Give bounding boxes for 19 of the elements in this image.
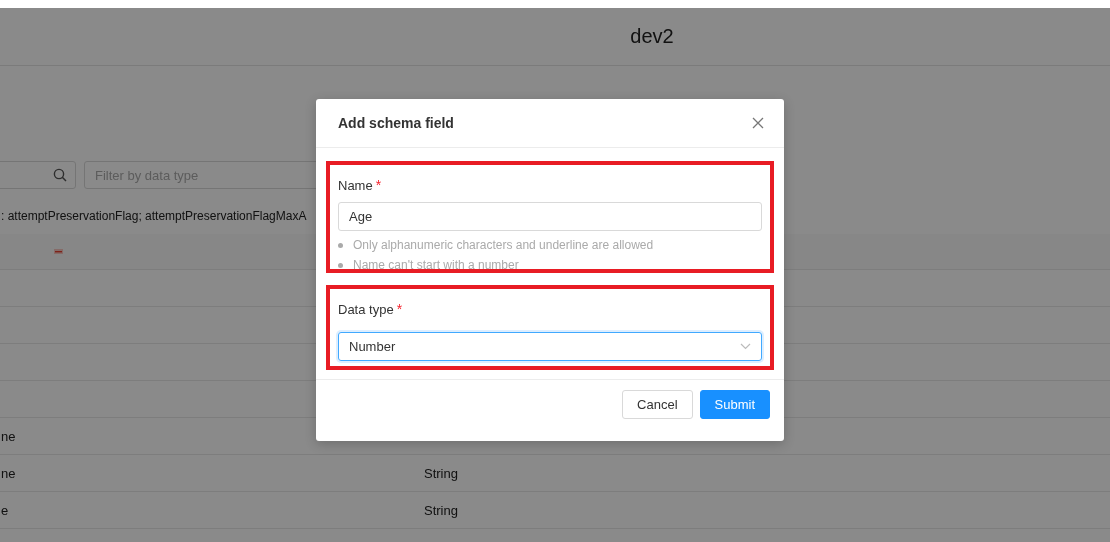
- field-list-text: : attemptPreservationFlag; attemptPreservationFlagMaxA: [1, 209, 307, 225]
- search-icon: [53, 168, 67, 182]
- caret-icon: [740, 343, 751, 350]
- dialog-title: Add schema field: [338, 115, 454, 131]
- required-mark: *: [396, 301, 403, 317]
- table-cell: e: [1, 502, 9, 518]
- table-cell: String: [424, 465, 458, 481]
- data-type-select[interactable]: Number: [338, 332, 762, 361]
- cancel-button[interactable]: Cancel: [622, 390, 693, 419]
- marker-icon: [54, 249, 63, 254]
- close-icon[interactable]: [752, 117, 764, 129]
- name-field[interactable]: Age: [338, 202, 762, 231]
- field-label: Data type: [338, 301, 394, 317]
- table-cell: String: [424, 502, 458, 518]
- hint-text: Name can't start with a number: [353, 258, 519, 272]
- table-cell: ne: [1, 465, 16, 481]
- page-title: dev2: [630, 25, 674, 48]
- hint-text: Only alphanumeric characters and underline are allowed: [353, 238, 654, 252]
- table-cell: ne: [1, 428, 16, 444]
